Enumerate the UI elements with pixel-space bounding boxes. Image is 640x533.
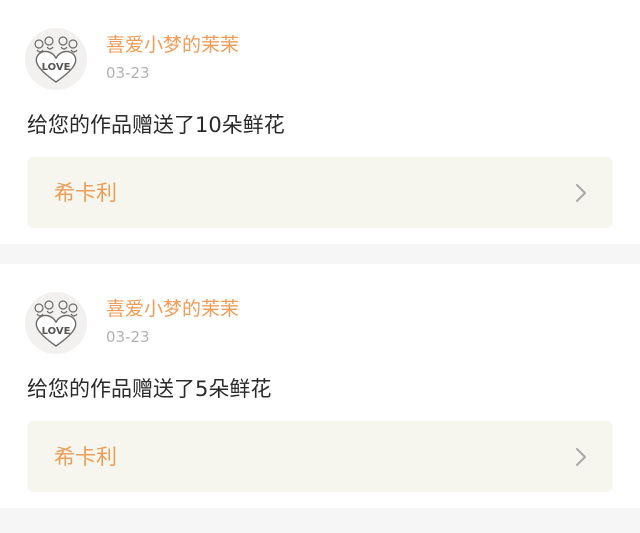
timestamp: 03-23 <box>106 64 150 82</box>
timestamp: 03-23 <box>106 328 150 346</box>
svg-text:LOVE: LOVE <box>42 326 71 337</box>
username-link[interactable]: 喜爱小梦的茉茉 <box>106 297 239 321</box>
gift-notification-card: LOVE 喜爱小梦的茉茉 03-23 给您的作品赠送了10朵鲜花 希卡利 <box>0 0 640 244</box>
gift-notification-feed: LOVE 喜爱小梦的茉茉 03-23 给您的作品赠送了10朵鲜花 希卡利 LOV… <box>0 0 640 533</box>
chevron-right-icon <box>576 448 586 466</box>
avatar[interactable]: LOVE <box>25 28 87 90</box>
work-link-row[interactable]: 希卡利 <box>27 157 613 228</box>
work-title: 希卡利 <box>54 181 117 205</box>
gift-message: 给您的作品赠送了5朵鲜花 <box>27 377 272 401</box>
gift-notification-card: LOVE 喜爱小梦的茉茉 03-23 给您的作品赠送了5朵鲜花 希卡利 <box>0 264 640 508</box>
work-title: 希卡利 <box>54 445 117 469</box>
svg-text:LOVE: LOVE <box>42 62 71 73</box>
chevron-right-icon <box>576 184 586 202</box>
love-heart-avatar-icon: LOVE <box>25 28 87 90</box>
gift-message: 给您的作品赠送了10朵鲜花 <box>27 113 285 137</box>
avatar[interactable]: LOVE <box>25 292 87 354</box>
work-link-row[interactable]: 希卡利 <box>27 421 613 492</box>
love-heart-avatar-icon: LOVE <box>25 292 87 354</box>
username-link[interactable]: 喜爱小梦的茉茉 <box>106 33 239 57</box>
